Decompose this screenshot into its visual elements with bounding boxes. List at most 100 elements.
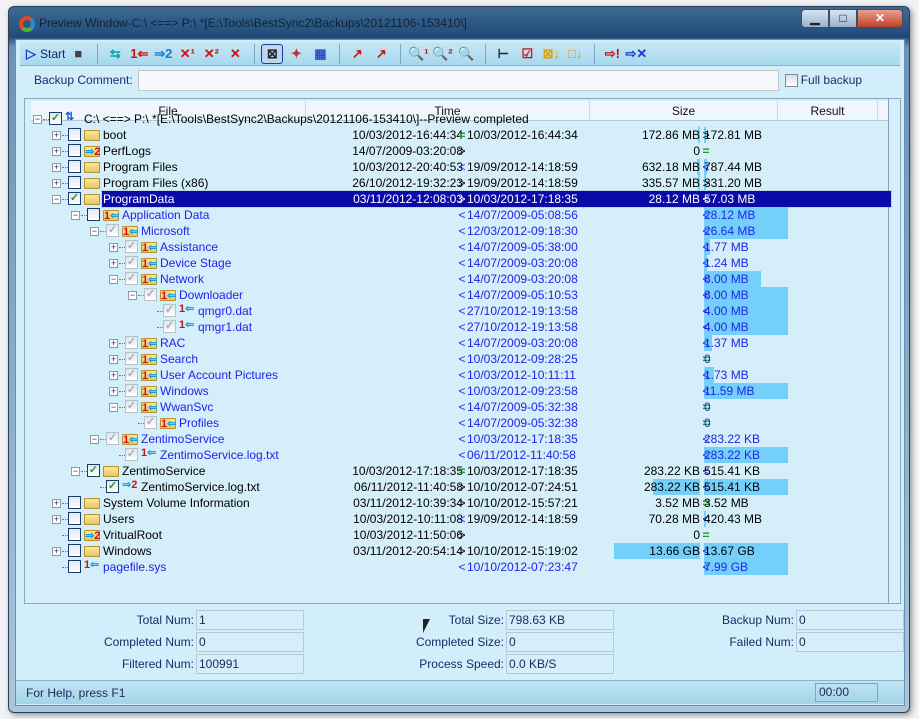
- tree-row[interactable]: + ⇒2 PerfLogs 14/07/2009-03:20:08 >0 =: [25, 143, 891, 159]
- row-checkbox[interactable]: ✓: [144, 416, 157, 429]
- tree-row[interactable]: − ✓ 1⇐ Downloader <14/07/2009-05:10:53 <8.00 …: [25, 287, 891, 303]
- collapse-icon[interactable]: −: [71, 467, 80, 476]
- row-checkbox[interactable]: ✓: [87, 464, 100, 477]
- tree-row[interactable]: + ✓ 1⇐ Windows <10/03/2012-09:23:58 <11.59 MB: [25, 383, 891, 399]
- maximize-button[interactable]: □: [829, 9, 857, 28]
- view-changed-button[interactable]: ▦: [309, 44, 331, 64]
- expand-icon[interactable]: +: [109, 339, 118, 348]
- tree-row[interactable]: + boot 10/03/2012-16:44:34 = 10/03/2012-16:4…: [25, 127, 891, 143]
- expand-icon[interactable]: +: [109, 355, 118, 364]
- expand-icon[interactable]: +: [52, 499, 61, 508]
- view-filter-button[interactable]: ⊠: [261, 43, 284, 64]
- row-checkbox[interactable]: [68, 160, 81, 173]
- row-checkbox[interactable]: ✓: [163, 304, 176, 317]
- backup-comment-input[interactable]: [137, 69, 779, 91]
- mark-button[interactable]: ↗: [346, 44, 368, 64]
- row-checkbox[interactable]: ✓: [68, 192, 81, 205]
- check-down-button[interactable]: ⊠↓: [540, 44, 562, 64]
- row-checkbox[interactable]: ✓: [106, 432, 119, 445]
- collapse-icon[interactable]: −: [109, 403, 118, 412]
- expand-icon[interactable]: +: [109, 371, 118, 380]
- mark-file-button[interactable]: ↗: [370, 44, 392, 64]
- view-new-button[interactable]: ✦: [285, 44, 307, 64]
- expand-icon[interactable]: +: [52, 179, 61, 188]
- tree-row[interactable]: − ✓ 1⇐ ZentimoService <10/03/2012-17:18:35 <2…: [25, 431, 891, 447]
- row-checkbox[interactable]: [68, 144, 81, 157]
- row-checkbox[interactable]: [87, 208, 100, 221]
- tree-row[interactable]: + Windows 03/11/2012-20:54:14 >10/10/2012-1…: [25, 543, 891, 559]
- tree-row[interactable]: − ✓ ZentimoService 10/03/2012-17:18:35 = 10/0…: [25, 463, 891, 479]
- tree-row[interactable]: + Program Files 10/03/2012-20:40:53 <19/09/…: [25, 159, 891, 175]
- copy-to-2-button[interactable]: ⇒2: [152, 44, 174, 64]
- tree-row[interactable]: + ✓ 1⇐ Device Stage <14/07/2009-03:20:08 <1.2…: [25, 255, 891, 271]
- delete-1-button[interactable]: ✕¹: [176, 44, 198, 64]
- sync-both-button[interactable]: ⇆: [104, 44, 126, 64]
- row-checkbox[interactable]: ✓: [163, 320, 176, 333]
- expand-icon[interactable]: +: [52, 163, 61, 172]
- expand-icon[interactable]: +: [52, 131, 61, 140]
- full-backup-checkbox[interactable]: Full backup: [784, 73, 862, 87]
- delete-2-button[interactable]: ✕²: [200, 44, 222, 64]
- find-doc-button[interactable]: 🔍: [455, 44, 477, 64]
- row-checkbox[interactable]: [68, 544, 81, 557]
- tree-row[interactable]: ✓ 1⇐ Profiles <14/07/2009-05:32:38 = 0: [25, 415, 891, 431]
- error-button[interactable]: ⇨!: [601, 44, 623, 64]
- expand-icon[interactable]: +: [109, 387, 118, 396]
- row-checkbox[interactable]: ✓: [125, 368, 138, 381]
- row-checkbox[interactable]: ✓: [106, 224, 119, 237]
- expand-icon[interactable]: +: [109, 243, 118, 252]
- tree-button[interactable]: ⊢: [492, 44, 514, 64]
- find-1-button[interactable]: 🔍¹: [407, 44, 429, 64]
- tree-row[interactable]: ✓ ⇒2 ZentimoService.log.txt 06/11/2012-11:4…: [25, 479, 891, 495]
- tree-row[interactable]: + System Volume Information 03/11/2012-10:…: [25, 495, 891, 511]
- find-2-button[interactable]: 🔍²: [431, 44, 453, 64]
- row-checkbox[interactable]: ✓: [125, 352, 138, 365]
- expand-icon[interactable]: +: [52, 547, 61, 556]
- collapse-icon[interactable]: −: [90, 435, 99, 444]
- tree-row[interactable]: ✓ 1⇐ ZentimoService.log.txt <06/11/2012-11:…: [25, 447, 891, 463]
- expand-icon[interactable]: +: [52, 515, 61, 524]
- minimize-button[interactable]: ▁: [801, 9, 829, 28]
- row-checkbox[interactable]: [68, 496, 81, 509]
- cancel-button[interactable]: ⇨✕: [625, 44, 647, 64]
- start-button[interactable]: ▷ Start: [26, 44, 65, 64]
- tree-row[interactable]: − ✓ ProgramData 03/11/2012-12:08:03 >10/03/2…: [25, 190, 892, 208]
- check-all-button[interactable]: ☑: [516, 44, 538, 64]
- row-checkbox[interactable]: ✓: [125, 272, 138, 285]
- tree-row[interactable]: + ✓ 1⇐ User Account Pictures <10/03/2012-10:…: [25, 367, 891, 383]
- collapse-icon[interactable]: −: [90, 227, 99, 236]
- tree-row[interactable]: − ✓ 1⇐ Network <14/07/2009-03:20:08 <8.00 MB: [25, 271, 891, 287]
- delete-button[interactable]: ✕: [224, 44, 246, 64]
- row-checkbox[interactable]: [68, 528, 81, 541]
- row-checkbox[interactable]: [68, 512, 81, 525]
- close-button[interactable]: ✕: [857, 9, 903, 28]
- expand-icon[interactable]: +: [52, 147, 61, 156]
- collapse-icon[interactable]: −: [33, 115, 42, 124]
- row-checkbox[interactable]: ✓: [125, 240, 138, 253]
- row-checkbox[interactable]: ✓: [106, 480, 119, 493]
- row-checkbox[interactable]: ✓: [125, 448, 138, 461]
- tree-row[interactable]: + ✓ 1⇐ RAC <14/07/2009-03:20:08 <1.37 MB: [25, 335, 891, 351]
- tree-row[interactable]: + ✓ 1⇐ Search <10/03/2012-09:28:25 = 0: [25, 351, 891, 367]
- row-checkbox[interactable]: [68, 128, 81, 141]
- tree-row[interactable]: ✓ 1⇐ qmgr0.dat <27/10/2012-19:13:58 <4.00 MB: [25, 303, 891, 319]
- collapse-icon[interactable]: −: [128, 291, 137, 300]
- tree-row[interactable]: + Program Files (x86) 26/10/2012-19:32:23 >…: [25, 175, 891, 191]
- collapse-icon[interactable]: −: [71, 211, 80, 220]
- row-checkbox[interactable]: ✓: [125, 384, 138, 397]
- tree-row[interactable]: 1⇐ pagefile.sys <10/10/2012-07:23:47 <7.99 …: [25, 559, 891, 575]
- stop-button[interactable]: ■: [67, 44, 89, 64]
- tree-row[interactable]: − ✓ ⇅ C:\ <==> P:\ *[E:\Tools\BestSync2\Bac…: [25, 111, 891, 127]
- row-checkbox[interactable]: ✓: [125, 256, 138, 269]
- tree-row[interactable]: + ✓ 1⇐ Assistance <14/07/2009-05:38:00 <1.77 …: [25, 239, 891, 255]
- row-checkbox[interactable]: [68, 560, 81, 573]
- copy-to-1-button[interactable]: 1⇐: [128, 44, 150, 64]
- tree-row[interactable]: ✓ 1⇐ qmgr1.dat <27/10/2012-19:13:58 <4.00 MB: [25, 319, 891, 335]
- row-checkbox[interactable]: ✓: [144, 288, 157, 301]
- row-checkbox[interactable]: ✓: [49, 112, 62, 125]
- tree-row[interactable]: + Users 10/03/2012-10:11:08 <19/09/2012-14:…: [25, 511, 891, 527]
- uncheck-down-button[interactable]: □↓: [564, 44, 586, 64]
- collapse-icon[interactable]: −: [52, 195, 61, 204]
- tree-row[interactable]: − ✓ 1⇐ WwanSvc <14/07/2009-05:32:38 = 0: [25, 399, 891, 415]
- row-checkbox[interactable]: [68, 176, 81, 189]
